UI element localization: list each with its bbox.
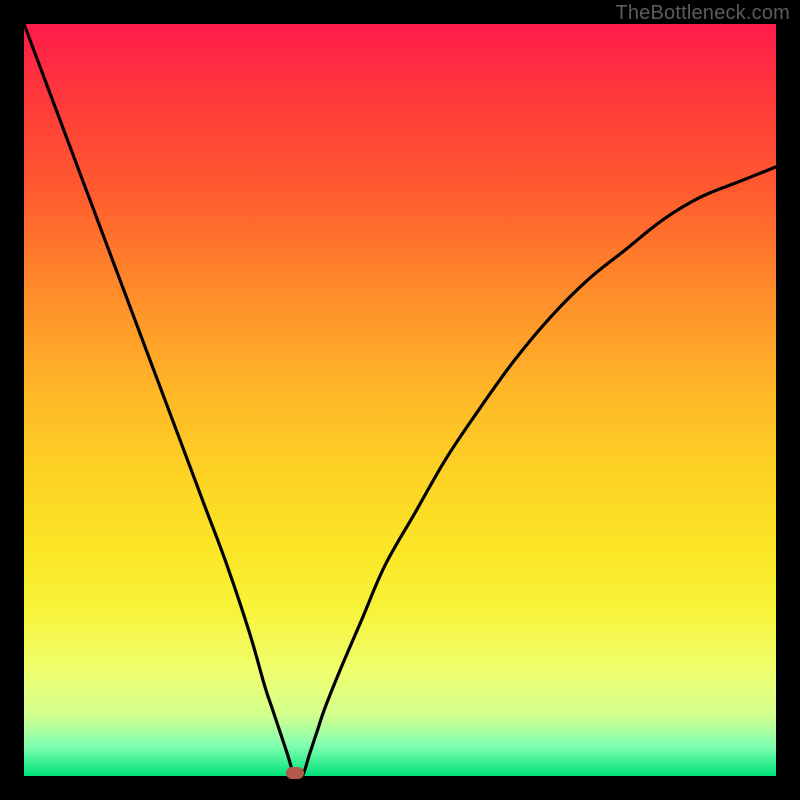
bottleneck-curve — [24, 24, 776, 776]
minimum-marker — [286, 767, 304, 779]
watermark-text: TheBottleneck.com — [615, 2, 790, 25]
plot-area — [24, 24, 776, 776]
chart-frame: TheBottleneck.com — [0, 0, 800, 800]
